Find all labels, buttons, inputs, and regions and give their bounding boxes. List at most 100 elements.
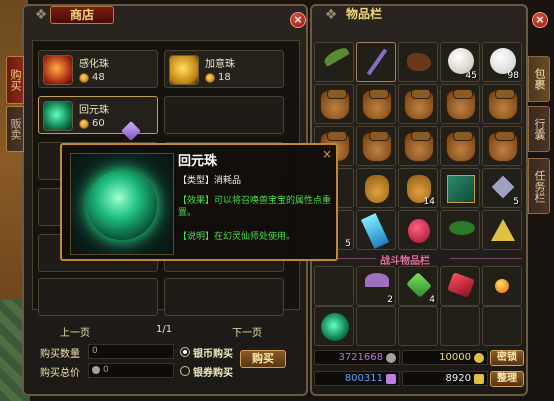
inventory-close-button[interactable]: × bbox=[532, 12, 548, 28]
green-orb-icon bbox=[43, 101, 73, 131]
shop-close-button[interactable]: × bbox=[290, 12, 306, 28]
quantity-input[interactable]: 0 bbox=[88, 344, 174, 359]
basket-icon bbox=[320, 89, 350, 120]
silver-amount: 3721668 bbox=[314, 350, 400, 365]
other-currency-value: 8920 bbox=[445, 373, 471, 384]
green-orb-icon bbox=[321, 313, 349, 341]
inventory-title: 物品栏 bbox=[345, 7, 382, 21]
tooltip-description: 【说明】在幻灵仙师处使用。 bbox=[178, 232, 296, 242]
coin-icon bbox=[92, 366, 100, 374]
inventory-slot[interactable] bbox=[398, 42, 438, 82]
inventory-slot[interactable]: 5 bbox=[482, 168, 522, 208]
basket-icon bbox=[488, 89, 518, 120]
inventory-slot[interactable] bbox=[356, 210, 396, 250]
pouch-icon bbox=[365, 175, 389, 203]
fire-orb-icon bbox=[495, 279, 509, 293]
lock-button[interactable]: 密锁 bbox=[490, 350, 524, 366]
tab-quest[interactable]: 任务栏 bbox=[528, 158, 550, 214]
item-quantity: 98 bbox=[507, 71, 519, 81]
battle-slot[interactable]: 2 bbox=[356, 266, 396, 306]
root-icon bbox=[407, 53, 431, 71]
basket-icon bbox=[446, 89, 476, 120]
inventory-slot[interactable]: 14 bbox=[398, 168, 438, 208]
gold-orb-icon bbox=[169, 55, 199, 85]
buy-button[interactable]: 购买 bbox=[240, 350, 286, 368]
other-currency-amount: 8920 bbox=[402, 371, 488, 386]
voucher-radio[interactable] bbox=[180, 366, 190, 376]
tab-luggage[interactable]: 行囊 bbox=[528, 106, 550, 152]
basket-icon bbox=[488, 131, 518, 162]
item-price: 60 bbox=[92, 118, 105, 129]
shop-item-selected[interactable]: 回元珠 60 bbox=[38, 96, 158, 134]
inventory-slot[interactable] bbox=[440, 210, 480, 250]
item-price: 48 bbox=[92, 72, 105, 83]
gold-amount: 10000 bbox=[402, 350, 488, 365]
quantity-label: 购买数量 bbox=[40, 349, 80, 360]
sort-button[interactable]: 整理 bbox=[490, 371, 524, 387]
inventory-slot[interactable] bbox=[314, 42, 354, 82]
leaf-icon bbox=[449, 221, 475, 235]
battle-slot[interactable] bbox=[482, 266, 522, 306]
basket-icon bbox=[446, 131, 476, 162]
gold-value: 10000 bbox=[439, 352, 471, 363]
voucher-icon bbox=[386, 374, 396, 384]
item-price: 18 bbox=[218, 72, 231, 83]
inventory-slot[interactable] bbox=[398, 210, 438, 250]
red-bottle-icon bbox=[408, 219, 430, 243]
silver-coin-radio[interactable] bbox=[180, 347, 190, 357]
inventory-slot[interactable] bbox=[482, 126, 522, 166]
inventory-slot[interactable]: 45 bbox=[440, 42, 480, 82]
total-price-field: 0 bbox=[88, 363, 174, 378]
tooltip-effect: 【效果】可以将召唤兽宝宝的属性点重置。 bbox=[178, 196, 332, 218]
battle-slot[interactable] bbox=[356, 306, 396, 346]
item-quantity: 4 bbox=[429, 295, 435, 305]
tab-buy[interactable]: 购买 bbox=[6, 56, 24, 104]
inventory-slot[interactable] bbox=[440, 84, 480, 124]
item-name: 感化珠 bbox=[79, 59, 109, 70]
inventory-slot[interactable] bbox=[314, 84, 354, 124]
basket-icon bbox=[404, 131, 434, 162]
silver-coin-label: 银币购买 bbox=[193, 349, 233, 360]
inventory-slot[interactable] bbox=[482, 84, 522, 124]
inventory-slot[interactable] bbox=[440, 168, 480, 208]
battle-slot[interactable] bbox=[440, 306, 480, 346]
gold-coin-icon bbox=[474, 353, 484, 363]
coin-icon bbox=[79, 73, 89, 83]
inventory-slot[interactable] bbox=[482, 210, 522, 250]
battle-slot[interactable] bbox=[314, 266, 354, 306]
tab-sell[interactable]: 贩卖 bbox=[6, 106, 24, 152]
voucher-value: 800311 bbox=[344, 373, 383, 384]
inventory-slot[interactable] bbox=[398, 84, 438, 124]
next-page-button[interactable]: 下一页 bbox=[232, 324, 262, 339]
battle-slot[interactable] bbox=[398, 306, 438, 346]
inventory-slot[interactable] bbox=[398, 126, 438, 166]
inventory-slot[interactable] bbox=[356, 84, 396, 124]
battle-slot[interactable] bbox=[440, 266, 480, 306]
green-gem-icon bbox=[406, 272, 432, 298]
shop-item[interactable]: 加意珠 18 bbox=[164, 50, 284, 88]
tooltip-close-icon[interactable]: × bbox=[322, 147, 332, 161]
item-quantity: 5 bbox=[345, 239, 351, 249]
battle-slot[interactable]: 4 bbox=[398, 266, 438, 306]
orange-orb-icon bbox=[43, 55, 73, 85]
item-name: 加意珠 bbox=[205, 59, 235, 70]
inventory-slot[interactable] bbox=[356, 168, 396, 208]
green-orb-icon bbox=[87, 170, 157, 240]
herb-icon bbox=[322, 45, 350, 67]
mushroom-icon bbox=[365, 273, 389, 287]
inventory-slot[interactable] bbox=[356, 42, 396, 82]
inventory-slot[interactable] bbox=[356, 126, 396, 166]
battle-slot[interactable] bbox=[314, 306, 354, 346]
inventory-slot[interactable]: 98 bbox=[482, 42, 522, 82]
battle-slot[interactable] bbox=[482, 306, 522, 346]
inventory-slot[interactable] bbox=[440, 126, 480, 166]
basket-icon bbox=[404, 89, 434, 120]
crystal-icon bbox=[491, 175, 515, 199]
prev-page-button[interactable]: 上一页 bbox=[60, 324, 90, 339]
shop-title: 商店 bbox=[50, 6, 114, 24]
tab-backpack[interactable]: 包裹 bbox=[528, 56, 550, 102]
silver-value: 3721668 bbox=[338, 352, 383, 363]
total-price-value: 0 bbox=[103, 365, 109, 375]
tooltip-title: 回元珠 bbox=[178, 154, 218, 169]
shop-item[interactable]: 感化珠 48 bbox=[38, 50, 158, 88]
